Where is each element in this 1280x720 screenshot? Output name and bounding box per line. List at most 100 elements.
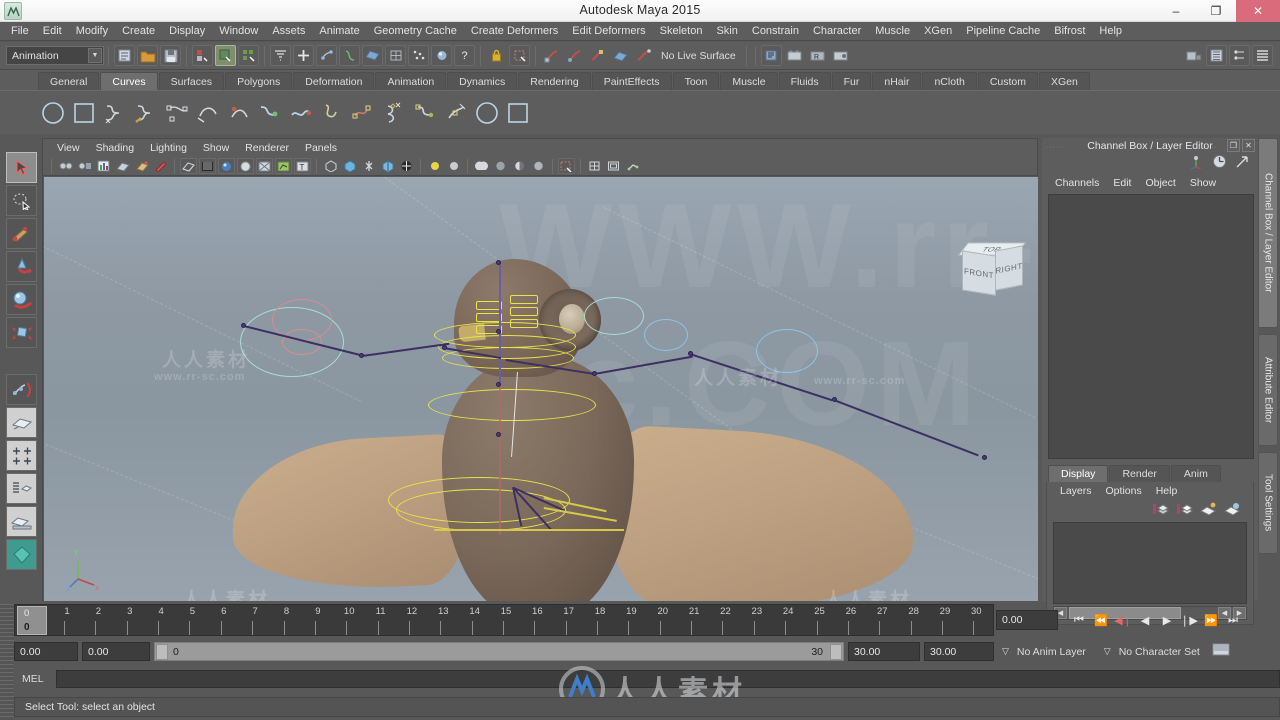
resolution-gate-icon[interactable]	[624, 158, 641, 174]
curve-editing-tool-icon[interactable]	[255, 97, 285, 129]
bookmarks-icon[interactable]	[114, 158, 131, 174]
right-brow-control[interactable]	[510, 295, 538, 304]
render-sequence-icon[interactable]	[1206, 45, 1227, 66]
rotate-tool[interactable]	[6, 284, 37, 315]
shade-textured-icon[interactable]	[218, 158, 235, 174]
range-end-handle[interactable]	[830, 644, 842, 660]
shadows-icon[interactable]	[322, 158, 339, 174]
step-forward-frame-button[interactable]: ❘▶	[1178, 609, 1200, 631]
channel-box-menu-channels[interactable]: Channels	[1048, 176, 1106, 191]
snap-to-curve-icon[interactable]	[564, 45, 585, 66]
layer-editor-tab-display[interactable]: Display	[1048, 465, 1109, 482]
shelf-tab-fluids[interactable]: Fluids	[778, 72, 831, 90]
smooth-shade-all-icon[interactable]	[199, 158, 216, 174]
new-layer-from-selected-icon[interactable]	[1176, 502, 1193, 521]
poly-face-icon[interactable]	[362, 45, 383, 66]
right-wing-joint-3[interactable]	[832, 397, 837, 402]
fit-bspline-icon[interactable]	[441, 97, 471, 129]
view-cube[interactable]: TOP FRONT RIGHT	[957, 239, 1027, 303]
snap-to-point-icon[interactable]	[587, 45, 608, 66]
playback-end-time-field[interactable]: 30.00	[848, 642, 920, 661]
range-slider[interactable]: 0 30	[154, 642, 844, 661]
open-close-curves-icon[interactable]	[379, 97, 409, 129]
chest-joint[interactable]	[496, 382, 501, 387]
move-tool[interactable]	[6, 251, 37, 282]
menu-skeleton[interactable]: Skeleton	[653, 23, 710, 40]
four-view-layout-icon[interactable]	[6, 440, 37, 471]
shelf-tab-surfaces[interactable]: Surfaces	[158, 72, 225, 90]
anim-layer-label[interactable]: No Anim Layer	[1017, 646, 1086, 658]
camera-attributes-icon[interactable]	[95, 158, 112, 174]
shelf-tab-custom[interactable]: Custom	[977, 72, 1039, 90]
minimize-button[interactable]: –	[1156, 0, 1196, 22]
right-shoulder-control-curve[interactable]	[644, 319, 688, 351]
vertical-tab-tool-settings[interactable]: Tool Settings	[1258, 452, 1278, 554]
shelf-tab-deformation[interactable]: Deformation	[293, 72, 375, 90]
go-to-start-button[interactable]: ⏮	[1068, 609, 1090, 631]
nurbs-square-icon[interactable]	[69, 97, 99, 129]
light-shadow-icon-1[interactable]	[473, 158, 490, 174]
light-icon-1[interactable]	[426, 158, 443, 174]
character-set-dropdown-icon[interactable]: ▽	[1104, 646, 1111, 657]
layer-editor-menu-options[interactable]: Options	[1099, 484, 1149, 499]
screen-space-ao-icon[interactable]	[398, 158, 415, 174]
bottom-left-grip-strip[interactable]	[0, 604, 14, 720]
menu-set-selector[interactable]: Animation ▼	[6, 46, 104, 65]
select-by-object-icon[interactable]	[215, 45, 236, 66]
anim-layer-icon[interactable]	[1212, 154, 1227, 174]
panel-grip-dots-left[interactable]: ······	[1046, 144, 1066, 151]
viewport-menu-show[interactable]: Show	[195, 141, 237, 156]
right-lower-lid-control[interactable]	[510, 319, 538, 328]
panel-close-button[interactable]: ✕	[1242, 139, 1255, 152]
menu-create-deformers[interactable]: Create Deformers	[464, 23, 565, 40]
lattice-icon[interactable]	[385, 45, 406, 66]
menu-muscle[interactable]: Muscle	[868, 23, 917, 40]
play-forwards-button[interactable]: ▶	[1156, 609, 1178, 631]
panel-grip-dots-right[interactable]: ······	[1198, 144, 1218, 151]
left-wing-joint-2[interactable]	[359, 353, 364, 358]
curve-point-icon[interactable]	[316, 45, 337, 66]
animation-end-time-field[interactable]: 30.00	[924, 642, 994, 661]
render-current-frame-icon[interactable]	[784, 45, 805, 66]
perspective-viewport[interactable]: WWW.rr-sc.COM TOP FRONT RIGHT y x z 人人素材…	[44, 177, 1038, 601]
menu-edit-deformers[interactable]: Edit Deformers	[565, 23, 652, 40]
foot-control-bar[interactable]	[434, 529, 624, 531]
lock-icon[interactable]	[486, 45, 507, 66]
arc-three-point-icon[interactable]	[193, 97, 223, 129]
layer-editor-tab-render[interactable]: Render	[1109, 465, 1170, 482]
attribute-arrow-icon[interactable]	[1235, 154, 1250, 174]
step-back-frame-button[interactable]: ◀❘	[1112, 609, 1134, 631]
menu-geometry-cache[interactable]: Geometry Cache	[367, 23, 464, 40]
light-icon-2[interactable]	[445, 158, 462, 174]
show-hide-render-view-icon[interactable]	[1183, 45, 1204, 66]
menu-assets[interactable]: Assets	[265, 23, 312, 40]
neck-joint[interactable]	[496, 329, 501, 334]
nurbs-circle-icon[interactable]	[38, 97, 68, 129]
menu-file[interactable]: File	[4, 23, 36, 40]
shelf-tab-toon[interactable]: Toon	[672, 72, 720, 90]
right-wing-joint-1[interactable]	[592, 371, 597, 376]
detach-curves-icon[interactable]	[317, 97, 347, 129]
menu-animate[interactable]: Animate	[312, 23, 366, 40]
viewport-menu-renderer[interactable]: Renderer	[237, 141, 297, 156]
right-wing-tip-joint[interactable]	[982, 455, 987, 460]
view-cube-front-face[interactable]: FRONT	[962, 250, 996, 296]
left-wing-joint-3[interactable]	[442, 345, 447, 350]
single-perspective-view-icon[interactable]	[6, 407, 37, 438]
panel-restore-button[interactable]: ❐	[1227, 139, 1240, 152]
attach-curves-icon[interactable]	[286, 97, 316, 129]
menu-display[interactable]: Display	[162, 23, 212, 40]
layer-list[interactable]	[1053, 522, 1247, 604]
soft-modification-tool[interactable]	[6, 374, 37, 405]
select-by-component-icon[interactable]	[238, 45, 259, 66]
shelf-tab-dynamics[interactable]: Dynamics	[447, 72, 518, 90]
shelf-tab-polygons[interactable]: Polygons	[225, 72, 293, 90]
occlusion-icon[interactable]	[341, 158, 358, 174]
xray-icon[interactable]	[256, 158, 273, 174]
cog-control-curve[interactable]	[396, 489, 566, 531]
shelf-tab-rendering[interactable]: Rendering	[518, 72, 591, 90]
shelf-tab-general[interactable]: General	[38, 72, 100, 90]
shelf-tab-fur[interactable]: Fur	[831, 72, 872, 90]
cv-hardness-icon[interactable]	[410, 97, 440, 129]
channel-box-menu-show[interactable]: Show	[1183, 176, 1223, 191]
